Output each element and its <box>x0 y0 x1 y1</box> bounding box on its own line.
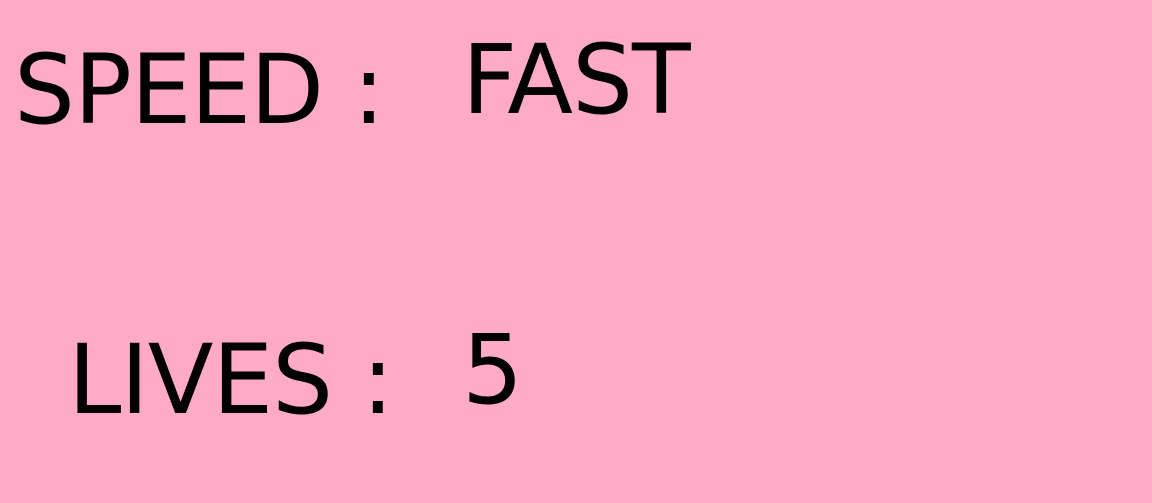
speed-value: FAST <box>462 24 691 136</box>
speed-label: SPEED : <box>14 34 385 146</box>
lives-value: 5 <box>462 314 523 426</box>
lives-label: LIVES : <box>68 324 394 436</box>
